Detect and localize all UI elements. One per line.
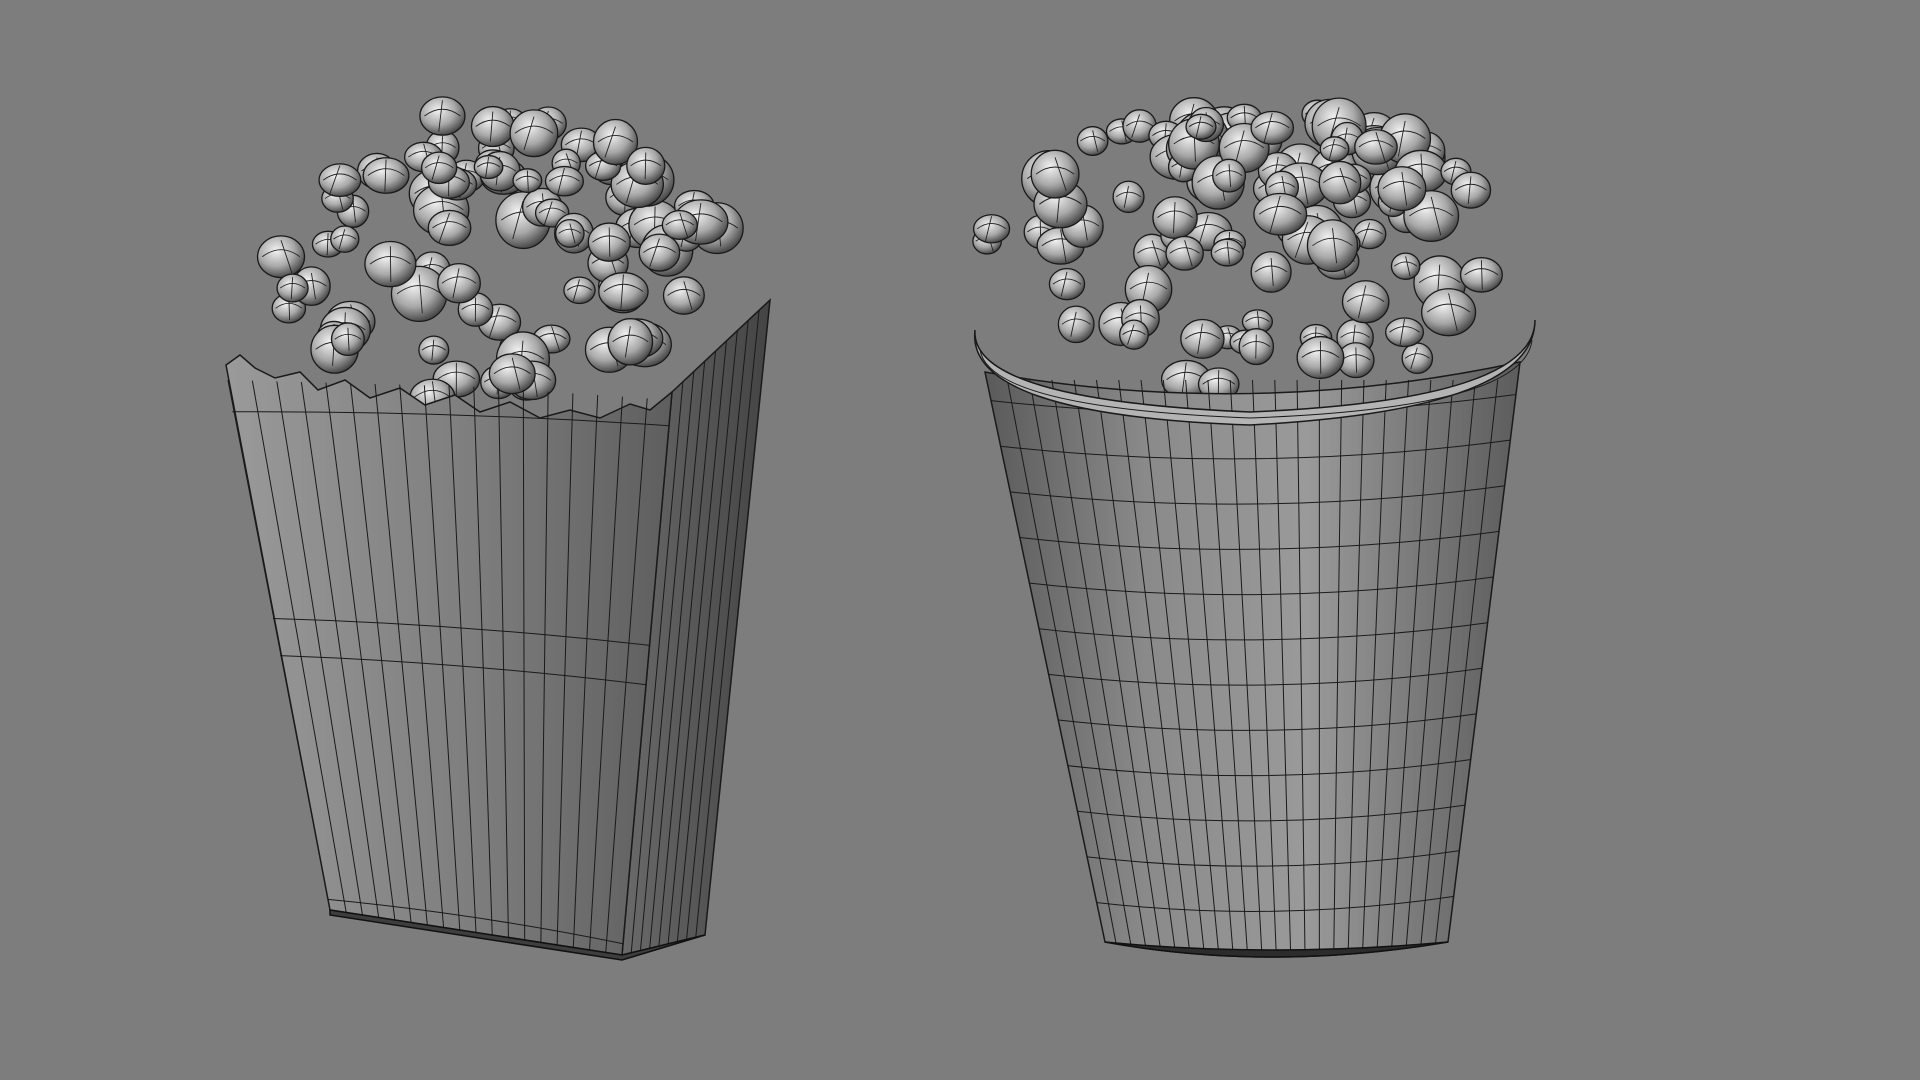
popcorn-bucket-round-model[interactable] (972, 97, 1536, 960)
popcorn-bucket-kernels (972, 97, 1503, 402)
3d-viewport[interactable] (0, 0, 1920, 1080)
viewport-scene (225, 96, 1536, 961)
popcorn-box-square-model[interactable] (225, 96, 771, 961)
popcorn-box-kernels (256, 96, 744, 416)
